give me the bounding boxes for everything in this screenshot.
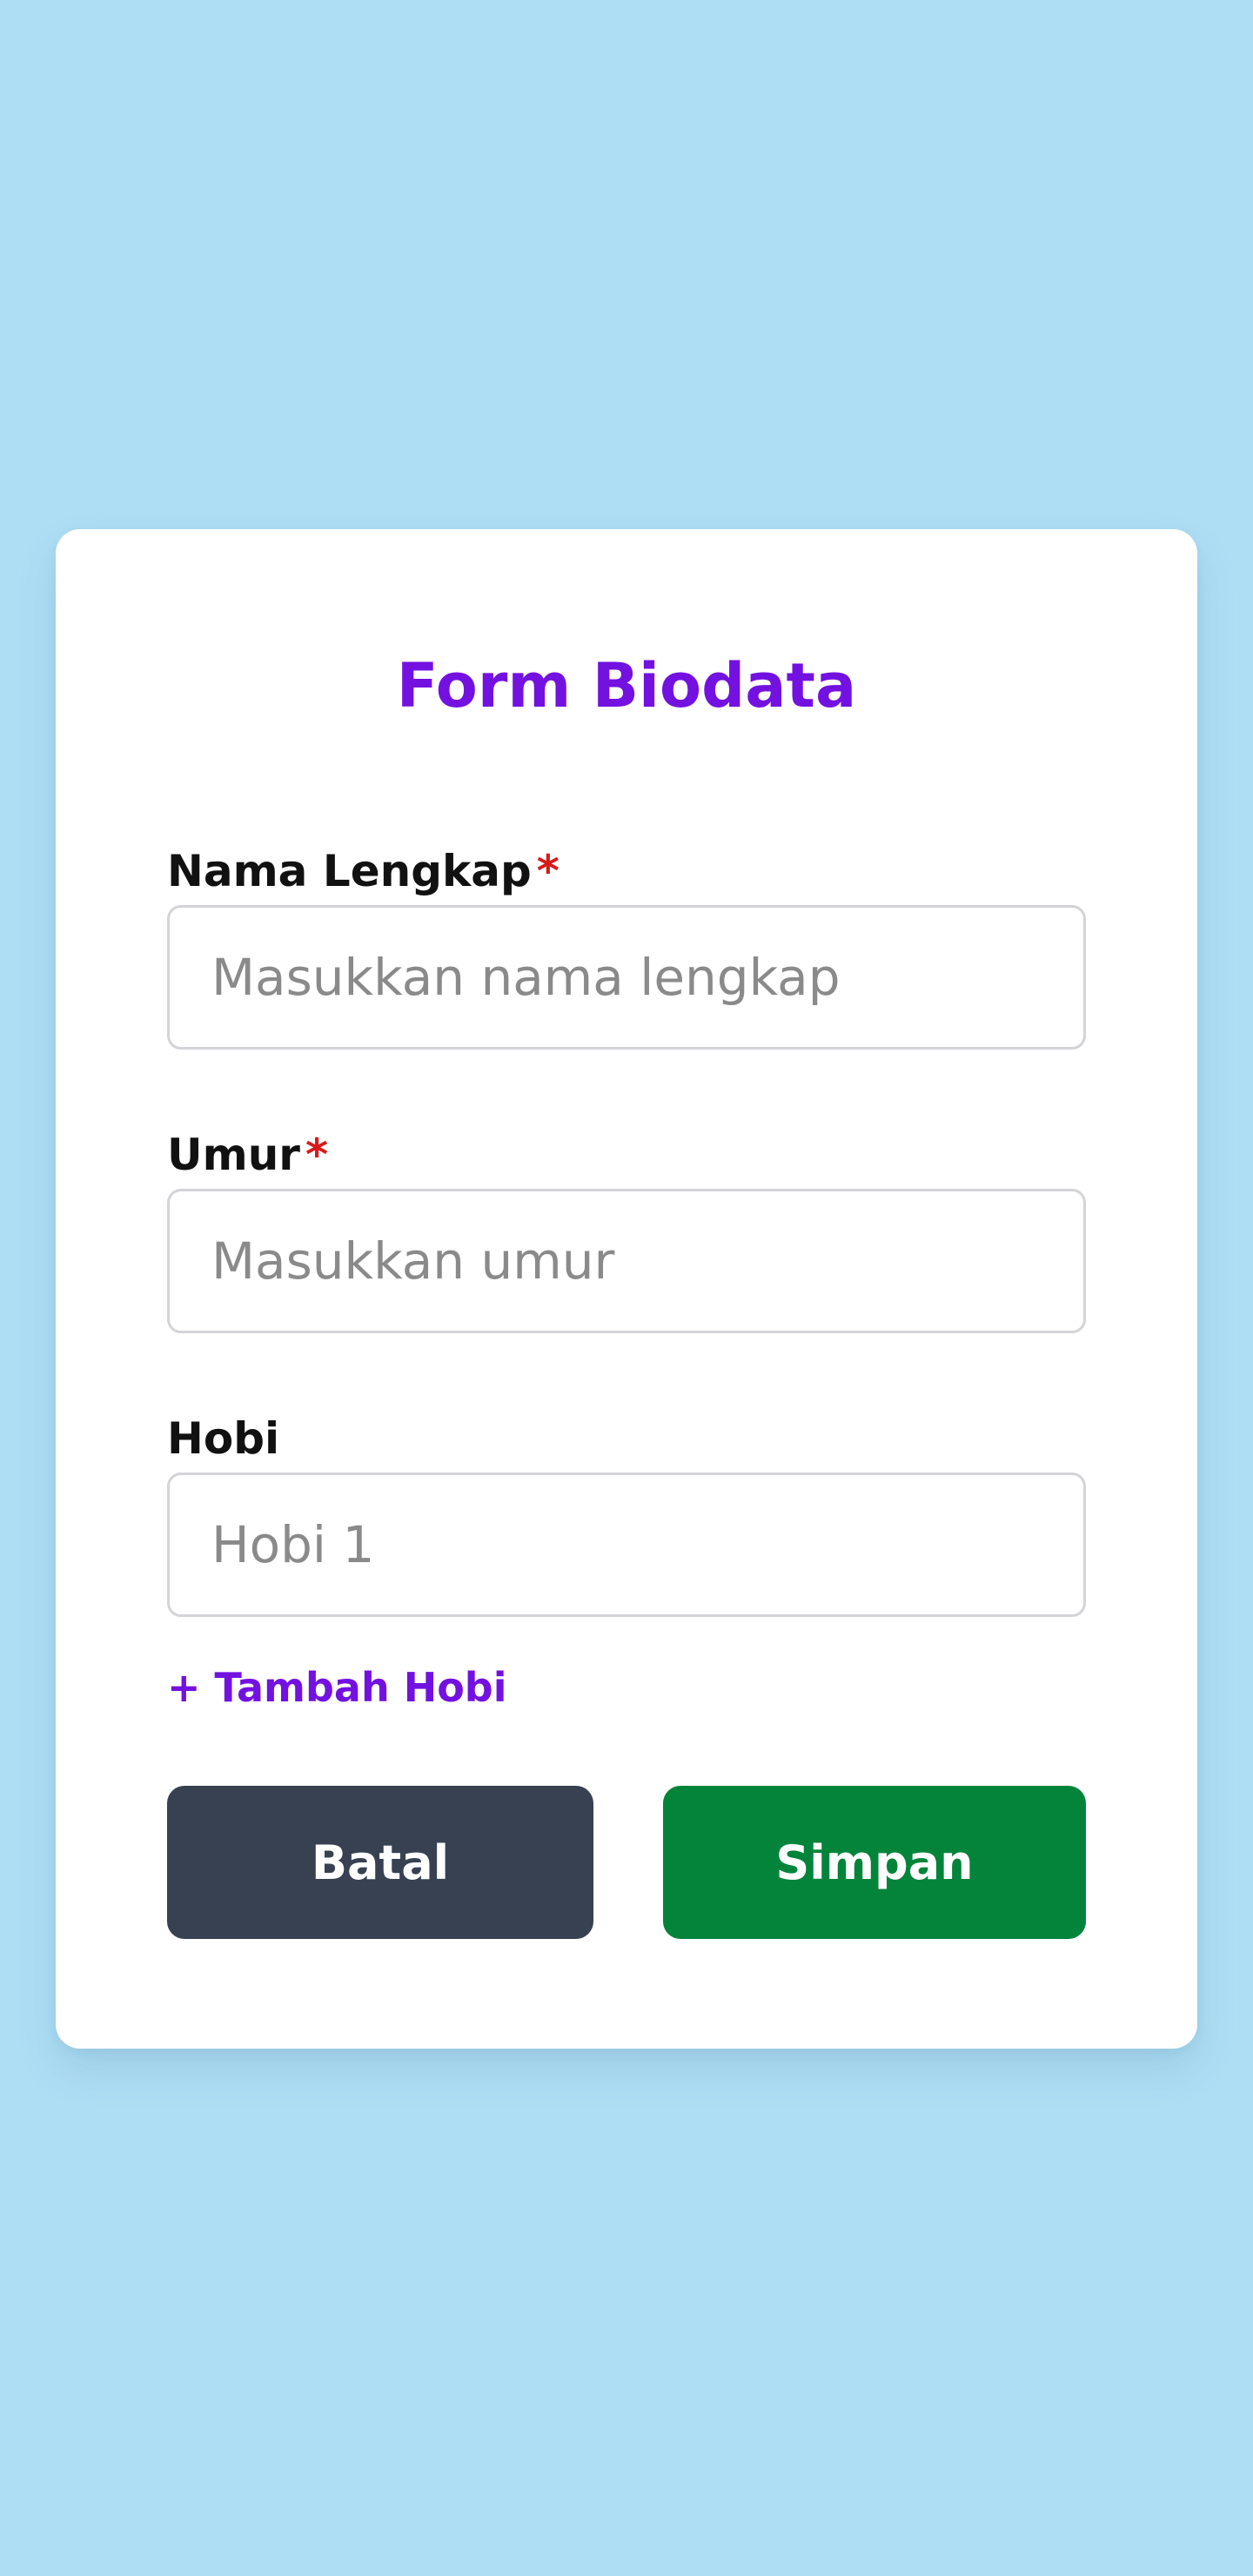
hobby-label: Hobi (167, 1417, 279, 1460)
full-name-label: Nama Lengkap * (167, 849, 559, 893)
form-title: Form Biodata (396, 650, 857, 721)
required-marker: * (536, 846, 559, 896)
required-marker: * (305, 1130, 329, 1180)
add-hobby-link[interactable]: + Tambah Hobi (167, 1667, 507, 1707)
cancel-button[interactable]: Batal (167, 1786, 593, 1939)
full-name-label-text: Nama Lengkap (167, 846, 532, 896)
hobby-input-1[interactable] (167, 1472, 1086, 1617)
full-name-input[interactable] (167, 905, 1086, 1050)
age-label-text: Umur (167, 1130, 300, 1180)
age-input[interactable] (167, 1189, 1086, 1333)
hobby-label-text: Hobi (167, 1413, 280, 1464)
age-label: Umur * (167, 1133, 328, 1177)
biodata-form-card: Form Biodata Nama Lengkap* Umur* Hobi + … (56, 529, 1197, 2049)
save-button[interactable]: Simpan (663, 1786, 1086, 1939)
